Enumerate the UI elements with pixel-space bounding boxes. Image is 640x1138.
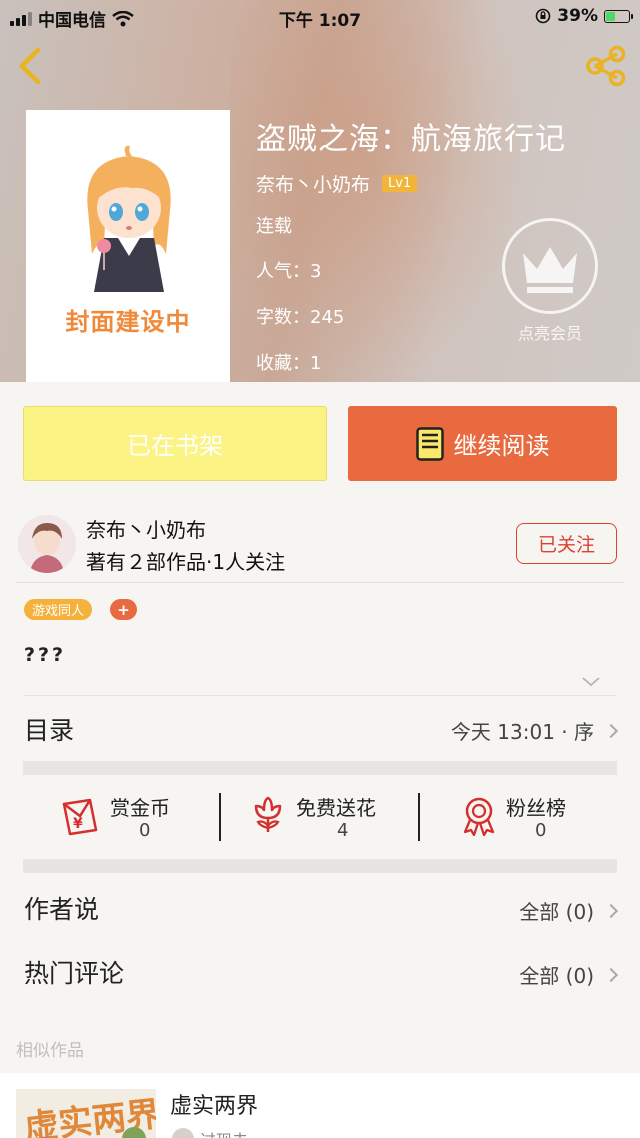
catalog-row[interactable]: 今天 13:01 · 序 <box>450 716 619 745</box>
battery-icon <box>604 9 633 23</box>
divider <box>24 695 616 696</box>
vip-label: 点亮会员 <box>517 324 582 343</box>
book-author[interactable]: 奈布丶小奶布 <box>256 170 370 197</box>
author-says-label: 作者说 <box>24 895 100 924</box>
similar-author-avatar <box>172 1128 194 1138</box>
book-title: 盗贼之海：航海旅行记 <box>256 122 566 157</box>
book-icon <box>415 426 444 461</box>
similar-work-title: 虚实两界 <box>170 1094 259 1119</box>
cover-placeholder-text: 封面建设中 <box>65 308 191 336</box>
hot-comments-all-link: 全部 (0) <box>519 964 594 988</box>
author-works-count: 著有２部作品·1人关注 <box>86 550 286 574</box>
book-favorites: 收藏：1 <box>256 353 322 374</box>
hot-comments-label: 热门评论 <box>24 959 125 988</box>
back-button[interactable] <box>14 46 46 86</box>
battery-percent: 39% <box>557 6 598 26</box>
chevron-down-icon <box>582 677 600 687</box>
reward-coins-stat[interactable]: ¥ 赏金币 0 <box>60 790 190 844</box>
medal-icon <box>463 797 495 836</box>
crown-icon <box>523 247 577 293</box>
book-author-line: 奈布丶小奶布 Lv1 <box>256 170 418 197</box>
share-button[interactable] <box>584 44 628 88</box>
fan-ranking-label: 粉丝榜 <box>506 796 566 820</box>
similar-works-label: 相似作品 <box>16 1041 84 1061</box>
author-avatar[interactable] <box>18 515 76 573</box>
book-header: 中国电信 下午 1:07 39% 封面建设中 盗贼之海：航海旅行记 奈布丶小奶布… <box>0 0 640 382</box>
free-flower-value: 4 <box>337 820 349 841</box>
stat-separator <box>219 793 221 841</box>
chevron-right-icon <box>603 723 619 738</box>
fan-ranking-value: 0 <box>535 820 547 841</box>
reward-coins-value: 0 <box>139 820 151 841</box>
author-level-badge: Lv1 <box>382 175 418 192</box>
cover-illustration <box>87 145 171 292</box>
status-bar: 中国电信 下午 1:07 39% <box>0 0 640 34</box>
book-description: ??? <box>24 644 67 666</box>
share-icon <box>586 45 626 87</box>
book-popularity: 人气：3 <box>256 261 322 282</box>
book-word-count: 字数：245 <box>256 307 345 328</box>
catalog-latest-chapter: 今天 13:01 · 序 <box>450 720 594 744</box>
svg-text:¥: ¥ <box>73 816 83 832</box>
catalog-label: 目录 <box>24 716 75 745</box>
flower-icon <box>254 796 282 832</box>
book-status: 连载 <box>256 216 292 237</box>
expand-description-button[interactable] <box>582 672 600 691</box>
in-bookshelf-button[interactable]: 已在书架 <box>23 406 327 481</box>
similar-work-cover: 虚实两界 <box>16 1089 156 1138</box>
reward-coins-label: 赏金币 <box>110 796 170 820</box>
divider <box>16 582 624 583</box>
author-says-all-link: 全部 (0) <box>519 900 594 924</box>
free-flower-stat[interactable]: 免费送花 4 <box>250 790 400 844</box>
orientation-lock-icon <box>535 8 551 24</box>
hot-comments-row[interactable]: 全部 (0) <box>519 960 619 989</box>
stat-separator <box>418 793 420 841</box>
section-band <box>23 761 617 775</box>
chevron-right-icon <box>603 903 619 918</box>
fan-ranking-stat[interactable]: 粉丝榜 0 <box>460 790 590 844</box>
author-name[interactable]: 奈布丶小奶布 <box>86 514 206 543</box>
chevron-left-icon <box>19 47 41 85</box>
add-tag-button[interactable]: + <box>110 599 137 620</box>
genre-tag[interactable]: 游戏同人 <box>24 599 93 620</box>
chevron-right-icon <box>603 967 619 982</box>
similar-work-item[interactable]: 虚实两界 虚实两界 过现未 <box>0 1073 640 1138</box>
author-says-row[interactable]: 全部 (0) <box>519 896 619 925</box>
continue-reading-label: 继续阅读 <box>453 432 550 460</box>
vip-badge[interactable]: 点亮会员 <box>502 218 598 343</box>
continue-reading-button[interactable]: 继续阅读 <box>348 406 617 481</box>
section-band <box>23 859 617 873</box>
gold-coin-envelope-icon: ¥ <box>62 798 98 836</box>
free-flower-label: 免费送花 <box>296 796 376 820</box>
similar-work-author: 过现未 <box>172 1127 248 1138</box>
book-cover[interactable]: 封面建设中 <box>26 110 230 382</box>
similar-author-name: 过现未 <box>200 1127 248 1138</box>
followed-button[interactable]: 已关注 <box>516 523 617 564</box>
